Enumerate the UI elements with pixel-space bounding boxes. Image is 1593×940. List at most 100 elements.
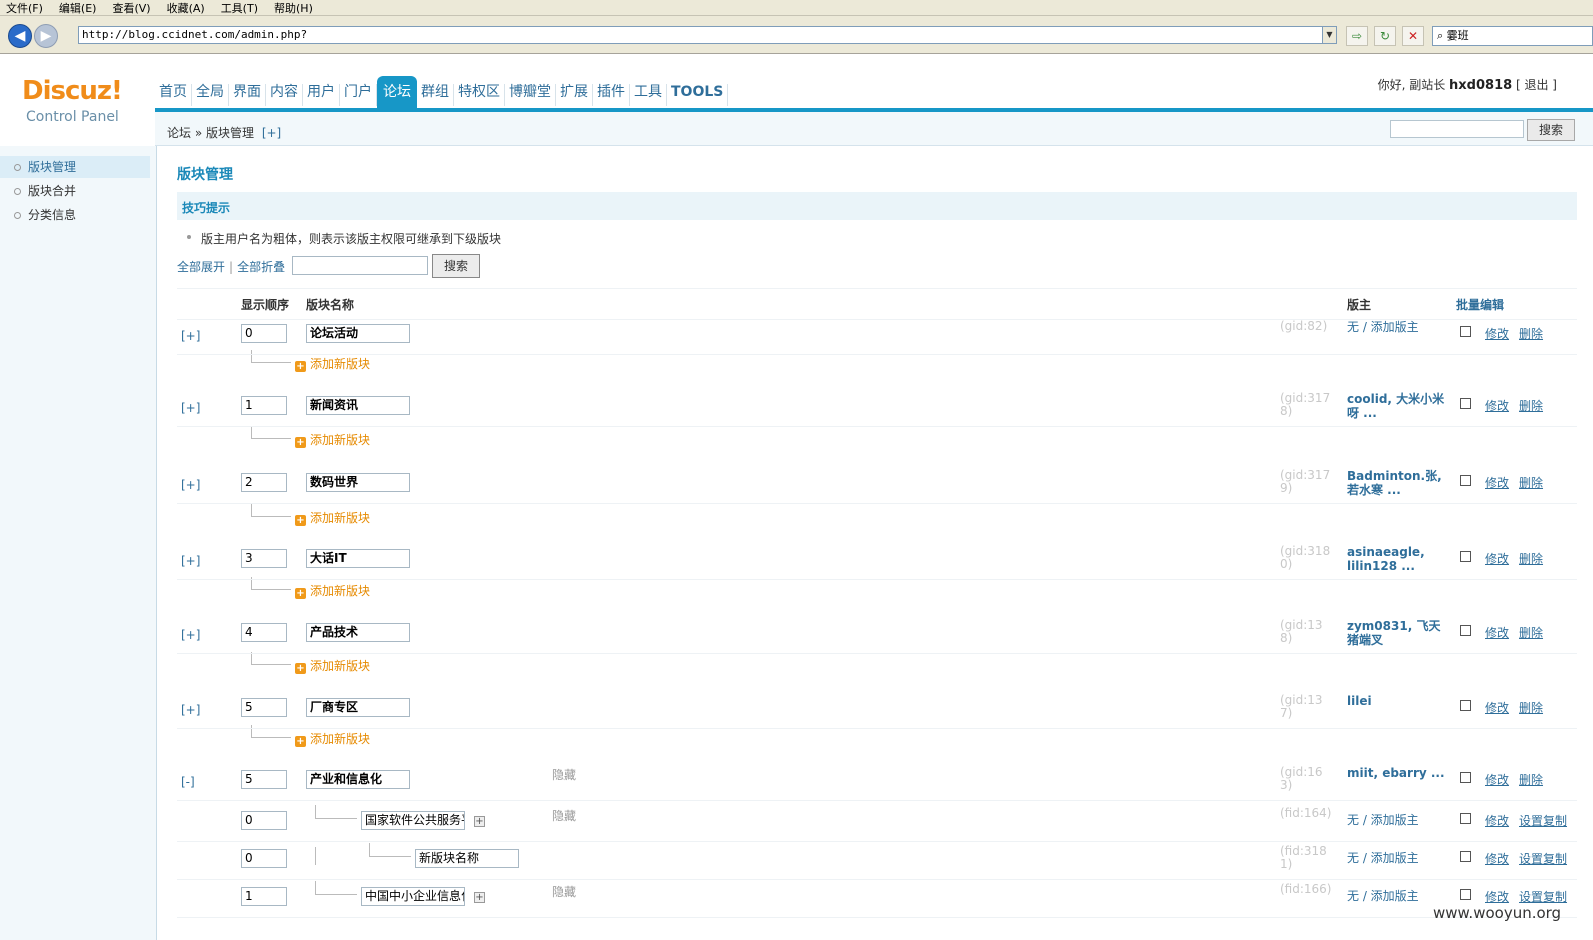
forum-search-button[interactable]: 搜索 bbox=[432, 254, 480, 278]
order-input[interactable]: 0 bbox=[241, 849, 287, 868]
back-arrow-icon[interactable]: ◀ bbox=[8, 24, 32, 48]
copy-settings-link[interactable]: 设置复制 bbox=[1519, 812, 1567, 829]
order-input[interactable]: 3 bbox=[241, 549, 287, 568]
batch-checkbox[interactable] bbox=[1460, 551, 1471, 562]
sidebar-item-forum-manage[interactable]: 版块管理 bbox=[0, 156, 150, 178]
edit-link[interactable]: 修改 bbox=[1485, 474, 1509, 491]
nav-portal[interactable]: 门户 bbox=[340, 84, 377, 106]
delete-link[interactable]: 删除 bbox=[1519, 325, 1543, 342]
forum-search-input[interactable] bbox=[292, 256, 428, 275]
expand-toggle[interactable]: [-] bbox=[181, 775, 195, 789]
moderators[interactable]: asinaeagle, lilin128 ... bbox=[1347, 545, 1447, 573]
header-search-input[interactable] bbox=[1390, 120, 1524, 138]
url-dropdown-icon[interactable]: ▼ bbox=[1322, 27, 1336, 43]
delete-link[interactable]: 删除 bbox=[1519, 474, 1543, 491]
menu-view[interactable]: 查看(V) bbox=[112, 0, 150, 16]
batch-checkbox[interactable] bbox=[1460, 851, 1471, 862]
order-input[interactable]: 5 bbox=[241, 698, 287, 717]
batch-checkbox[interactable] bbox=[1460, 398, 1471, 409]
order-input[interactable]: 1 bbox=[241, 396, 287, 415]
sidebar-item-category-info[interactable]: 分类信息 bbox=[0, 204, 150, 226]
stop-icon[interactable]: ✕ bbox=[1402, 26, 1424, 46]
moderators[interactable]: 无 / 添加版主 bbox=[1347, 320, 1447, 334]
subforum-name-input[interactable]: 新版块名称 bbox=[415, 849, 519, 868]
batch-checkbox[interactable] bbox=[1460, 772, 1471, 783]
add-forum-link[interactable]: + 添加新版块 bbox=[295, 582, 370, 599]
add-forum-link[interactable]: + 添加新版块 bbox=[295, 509, 370, 526]
add-forum-link[interactable]: + 添加新版块 bbox=[295, 355, 370, 372]
menu-tools[interactable]: 工具(T) bbox=[221, 0, 258, 16]
menu-file[interactable]: 文件(F) bbox=[6, 0, 43, 16]
nav-tools-en[interactable]: TOOLS bbox=[667, 84, 729, 106]
expand-toggle[interactable]: [+] bbox=[181, 703, 200, 717]
moderators[interactable]: lilei bbox=[1347, 694, 1447, 708]
add-forum-link[interactable]: + 添加新版块 bbox=[295, 431, 370, 448]
batch-checkbox[interactable] bbox=[1460, 625, 1471, 636]
copy-settings-link[interactable]: 设置复制 bbox=[1519, 850, 1567, 867]
forum-name-input[interactable]: 数码世界 bbox=[306, 473, 410, 492]
batch-checkbox[interactable] bbox=[1460, 889, 1471, 900]
edit-link[interactable]: 修改 bbox=[1485, 699, 1509, 716]
expand-toggle[interactable]: [+] bbox=[181, 478, 200, 492]
order-input[interactable]: 2 bbox=[241, 473, 287, 492]
url-input[interactable]: http://blog.ccidnet.com/admin.php? bbox=[78, 26, 1337, 44]
add-forum-link[interactable]: + 添加新版块 bbox=[295, 730, 370, 747]
nav-interface[interactable]: 界面 bbox=[229, 84, 266, 106]
refresh-icon[interactable]: ↻ bbox=[1374, 26, 1396, 46]
nav-privilege[interactable]: 特权区 bbox=[454, 84, 505, 106]
nav-home[interactable]: 首页 bbox=[155, 84, 192, 106]
moderators[interactable]: coolid, 大米小米呀 ... bbox=[1347, 392, 1447, 420]
edit-link[interactable]: 修改 bbox=[1485, 771, 1509, 788]
order-input[interactable]: 4 bbox=[241, 623, 287, 642]
subforum-name-input[interactable]: 中国中小企业信息化 bbox=[361, 887, 465, 906]
browser-search-input[interactable]: ⌕ 霎班 bbox=[1432, 26, 1593, 46]
add-forum-link[interactable]: + 添加新版块 bbox=[295, 657, 370, 674]
delete-link[interactable]: 删除 bbox=[1519, 624, 1543, 641]
logout-link[interactable]: [ 退出 ] bbox=[1516, 78, 1557, 92]
copy-settings-link[interactable]: 设置复制 bbox=[1519, 888, 1567, 905]
nav-global[interactable]: 全局 bbox=[192, 84, 229, 106]
delete-link[interactable]: 删除 bbox=[1519, 699, 1543, 716]
batch-checkbox[interactable] bbox=[1460, 813, 1471, 824]
batch-checkbox[interactable] bbox=[1460, 326, 1471, 337]
nav-groups[interactable]: 群组 bbox=[417, 84, 454, 106]
delete-link[interactable]: 删除 bbox=[1519, 550, 1543, 567]
nav-users[interactable]: 用户 bbox=[303, 84, 340, 106]
moderators[interactable]: 无 / 添加版主 bbox=[1347, 813, 1447, 827]
edit-link[interactable]: 修改 bbox=[1485, 812, 1509, 829]
expand-small-icon[interactable]: + bbox=[474, 816, 485, 827]
batch-checkbox[interactable] bbox=[1460, 475, 1471, 486]
subforum-name-input[interactable]: 国家软件公共服务平台 bbox=[361, 811, 465, 830]
delete-link[interactable]: 删除 bbox=[1519, 771, 1543, 788]
expand-toggle[interactable]: [+] bbox=[181, 329, 200, 343]
forum-name-input[interactable]: 产业和信息化 bbox=[306, 770, 410, 789]
edit-link[interactable]: 修改 bbox=[1485, 850, 1509, 867]
nav-content[interactable]: 内容 bbox=[266, 84, 303, 106]
forum-name-input[interactable]: 论坛活动 bbox=[306, 324, 410, 343]
go-icon[interactable]: ⇨ bbox=[1346, 26, 1368, 46]
forum-name-input[interactable]: 大话IT bbox=[306, 549, 410, 568]
discuz-logo[interactable]: Discuz! Control Panel bbox=[22, 76, 123, 125]
delete-link[interactable]: 删除 bbox=[1519, 397, 1543, 414]
moderators[interactable]: 无 / 添加版主 bbox=[1347, 851, 1447, 865]
moderators[interactable]: Badminton.张, 若水寒 ... bbox=[1347, 469, 1447, 497]
menu-help[interactable]: 帮助(H) bbox=[274, 0, 313, 16]
expand-toggle[interactable]: [+] bbox=[181, 628, 200, 642]
nav-plugins[interactable]: 插件 bbox=[593, 84, 630, 106]
edit-link[interactable]: 修改 bbox=[1485, 397, 1509, 414]
forward-arrow-icon[interactable]: ▶ bbox=[34, 24, 58, 48]
order-input[interactable]: 1 bbox=[241, 887, 287, 906]
forum-name-input[interactable]: 厂商专区 bbox=[306, 698, 410, 717]
forum-name-input[interactable]: 产品技术 bbox=[306, 623, 410, 642]
expand-toggle[interactable]: [+] bbox=[181, 554, 200, 568]
batch-checkbox[interactable] bbox=[1460, 700, 1471, 711]
edit-link[interactable]: 修改 bbox=[1485, 325, 1509, 342]
expand-toggle[interactable]: [+] bbox=[181, 401, 200, 415]
collapse-all-link[interactable]: 全部折叠 bbox=[237, 260, 285, 274]
edit-link[interactable]: 修改 bbox=[1485, 550, 1509, 567]
expand-small-icon[interactable]: + bbox=[474, 892, 485, 903]
nav-forum[interactable]: 论坛 bbox=[377, 76, 417, 108]
expand-all-link[interactable]: 全部展开 bbox=[177, 260, 225, 274]
breadcrumb-toggle[interactable]: [+] bbox=[262, 126, 281, 140]
nav-extend[interactable]: 扩展 bbox=[556, 84, 593, 106]
